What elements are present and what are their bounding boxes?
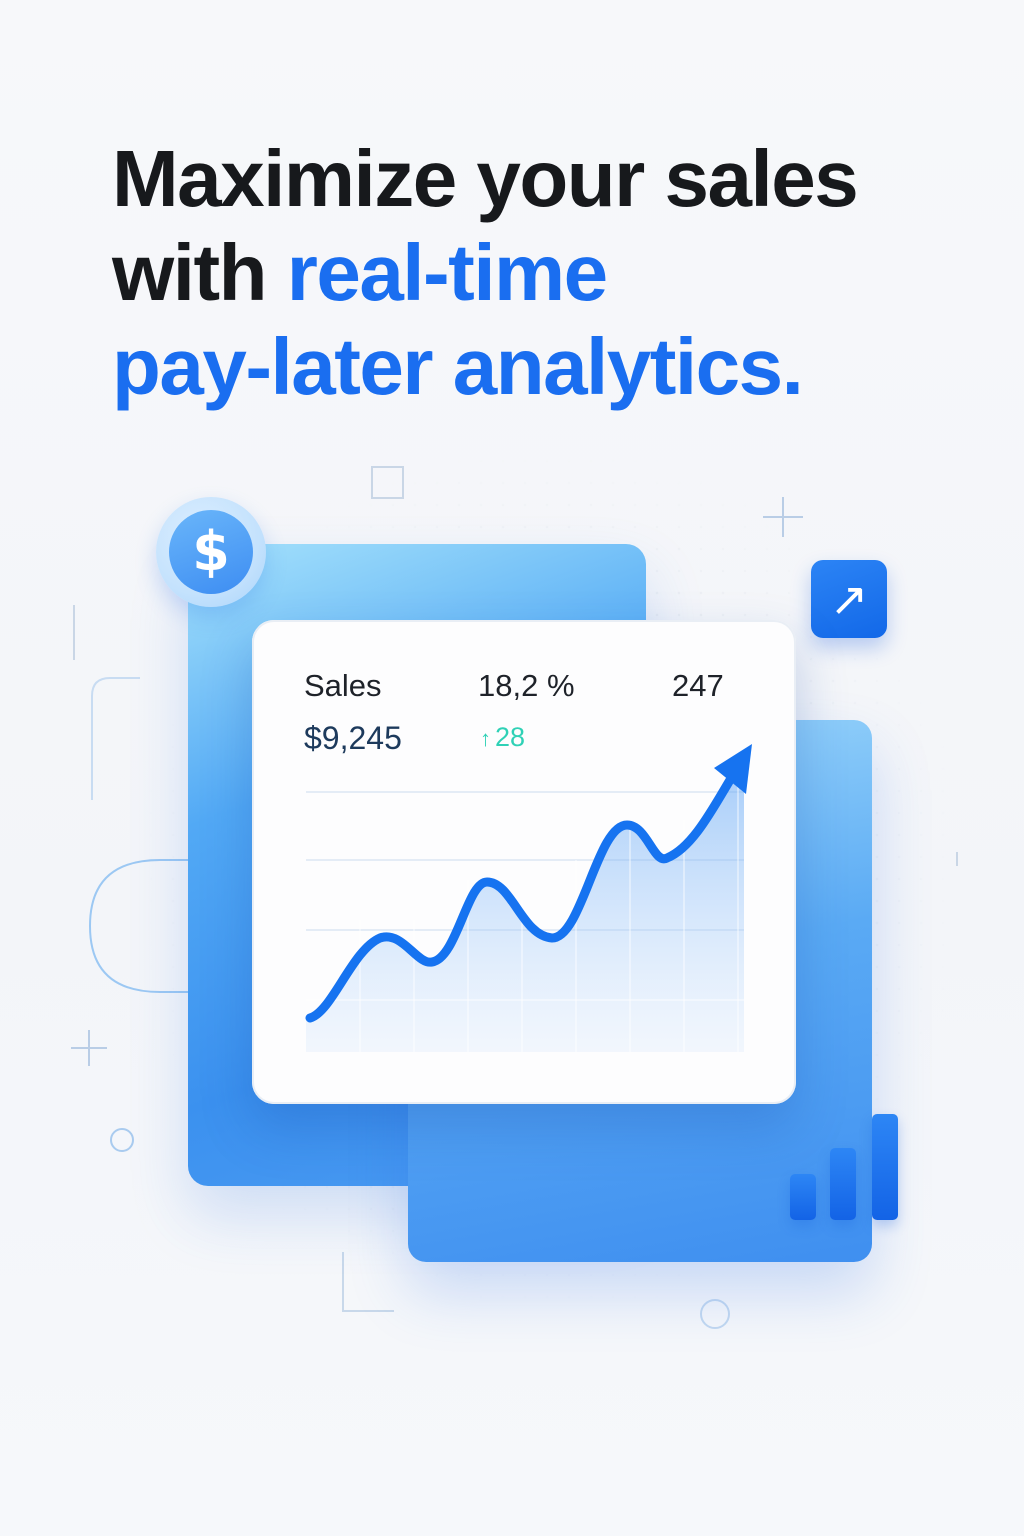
sales-value: $9,245 [304,720,402,756]
bar-chart-icon-bar-3 [872,1114,898,1220]
headline: Maximize your sales with real-time pay-l… [112,132,932,414]
chart-area-fill [306,762,744,1052]
bar-chart-icon [788,1110,900,1220]
sales-delta-value: 28 [495,722,526,752]
headline-line-2-accent: real-time [286,228,608,317]
dollar-symbol: $ [169,510,253,594]
bar-chart-icon-bar-1 [790,1174,816,1220]
bar-chart-icon-bar-2 [830,1148,856,1220]
sales-percentage: 18,2 % [478,668,575,703]
headline-line-1: Maximize your sales [112,134,859,223]
arrow-up-right-icon: ↗ [811,560,887,638]
bracket-decoration [91,677,140,800]
sales-delta: ↑ 28 [480,722,525,753]
analytics-card: Sales 18,2 % 247 $9,245 ↑ 28 [252,620,796,1104]
plus-decoration-left [71,1030,107,1066]
headline-line-2-plain: with [112,228,287,317]
small-circle-decoration-left [110,1128,134,1152]
arrow-up-icon: ↑ [480,726,491,751]
sales-count: 247 [672,668,724,703]
dollar-coin-icon: $ [156,497,266,607]
sales-label: Sales [304,668,382,703]
headline-line-3-accent: pay-later analytics. [112,322,804,411]
